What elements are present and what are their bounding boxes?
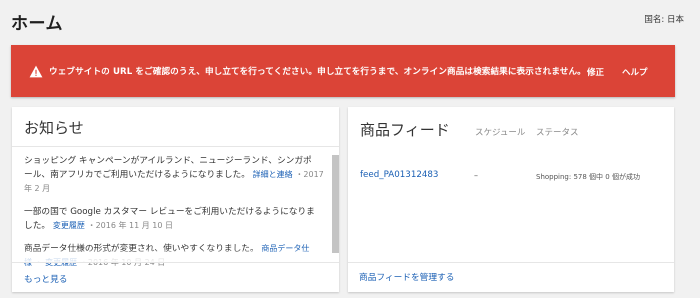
news-item: 一部の国で Google カスタマー レビューをご利用いただけるようになりま し… xyxy=(24,205,339,233)
news-item-text: 一部の国で Google カスタマー レビューをご利用いただけるようになりま xyxy=(24,207,315,217)
news-item-text: した。 xyxy=(24,221,51,231)
feed-card: 商品フィード スケジュール ステータス feed_PA01312483 – Sh… xyxy=(348,107,674,292)
more-link[interactable]: もっと見る xyxy=(24,272,67,285)
status-column-header: ステータス xyxy=(536,128,579,138)
feed-status: Shopping: 578 個中 0 個が成功 xyxy=(536,173,640,181)
warning-icon xyxy=(29,65,43,77)
news-card: お知らせ ショッピング キャンペーンがアイルランド、ニュージーランド、シンガポ … xyxy=(12,107,339,292)
banner-fix-button[interactable]: 修正 xyxy=(587,66,604,78)
news-item-date: ・2016 年 11 月 10 日 xyxy=(87,221,174,230)
feed-footer-divider xyxy=(348,262,674,263)
manage-feeds-link[interactable]: 商品フィードを管理する xyxy=(359,270,454,283)
news-item-link[interactable]: 変更履歴 xyxy=(53,221,85,230)
news-divider xyxy=(12,146,339,147)
news-item: ショッピング キャンペーンがアイルランド、ニュージーランド、シンガポ ール、南ア… xyxy=(24,154,339,196)
news-scrollbar[interactable] xyxy=(332,155,339,253)
banner-message: ウェブサイトの URL をご確認のうえ、申し立てを行ってください。申し立てを行う… xyxy=(49,67,586,77)
feed-title: 商品フィード xyxy=(360,121,450,139)
banner-help-button[interactable]: ヘルプ xyxy=(622,66,648,78)
news-item-date: ・2017 xyxy=(295,170,324,179)
news-item-link[interactable]: 詳細と連絡 xyxy=(253,170,293,179)
warning-banner: ウェブサイトの URL をご確認のうえ、申し立てを行ってください。申し立てを行う… xyxy=(11,45,675,97)
news-item-text: ール、南アフリカでご利用いただけるようになりました。 xyxy=(24,170,250,180)
news-item-date: 年 2 月 xyxy=(24,184,51,193)
page-title: ホーム xyxy=(11,14,63,34)
news-item-text: ショッピング キャンペーンがアイルランド、ニュージーランド、シンガポ xyxy=(24,156,312,166)
news-title: お知らせ xyxy=(24,119,84,137)
schedule-column-header: スケジュール xyxy=(475,128,526,138)
feed-name-link[interactable]: feed_PA01312483 xyxy=(360,170,438,180)
country-label: 国名: 日本 xyxy=(644,15,684,25)
news-footer-divider xyxy=(12,262,339,263)
feed-schedule: – xyxy=(474,171,478,180)
